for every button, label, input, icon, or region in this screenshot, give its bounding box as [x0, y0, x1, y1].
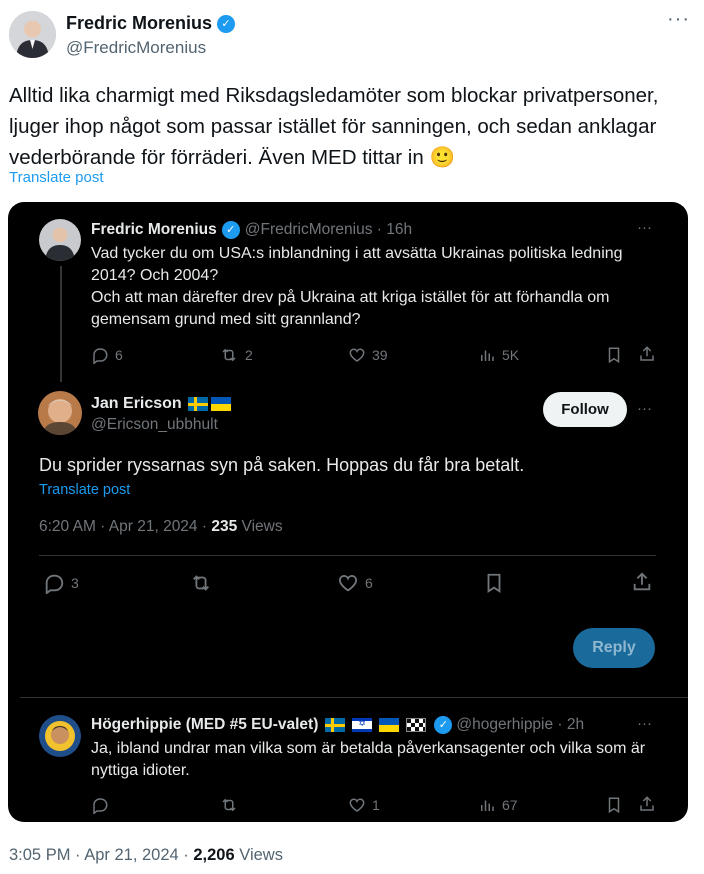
like-count: 39 — [372, 347, 388, 363]
sweden-flag-icon — [325, 718, 346, 732]
main-share-icon[interactable] — [631, 571, 653, 598]
author-avatar[interactable] — [9, 11, 56, 58]
outer-views-label: Views — [234, 846, 283, 864]
main-like-action[interactable]: 6 — [337, 572, 373, 594]
parent-tweet-text: Vad tycker du om USA:s inblandning i att… — [91, 245, 623, 328]
main-bookmark-icon[interactable] — [483, 572, 505, 599]
share-icon[interactable] — [638, 345, 656, 368]
reply-bookmark-icon[interactable] — [605, 796, 623, 819]
divider — [20, 697, 688, 698]
main-translate-link[interactable]: Translate post — [39, 482, 130, 498]
more-options-icon[interactable]: ··· — [667, 8, 690, 31]
author-name[interactable]: Fredric Morenius — [66, 13, 212, 34]
author-handle[interactable]: @FredricMorenius — [66, 38, 206, 58]
main-reply-action[interactable]: 3 — [43, 572, 79, 594]
main-views-count: 235 — [211, 518, 238, 535]
like-count: 1 — [372, 797, 380, 813]
author-name-row[interactable]: Fredric Morenius ✓ — [66, 13, 236, 34]
reply-like-action[interactable]: 1 — [348, 796, 380, 814]
like-count: 6 — [365, 575, 373, 591]
ukraine-flag-icon — [379, 718, 400, 732]
reply-more-icon[interactable]: ··· — [637, 715, 652, 732]
reply-icon — [43, 572, 65, 594]
main-author-name[interactable]: Jan Ericson — [91, 395, 182, 413]
main-tweet-text: Du sprider ryssarnas syn på saken. Hoppa… — [39, 455, 525, 475]
checkered-flag-icon — [406, 718, 427, 732]
views-chart-icon — [478, 796, 496, 814]
parent-author-name[interactable]: Fredric Morenius — [91, 221, 217, 239]
parent-handle-time[interactable]: @FredricMorenius · 16h — [245, 221, 412, 239]
reply-author-name[interactable]: Högerhippie (MED #5 EU-valet) — [91, 716, 318, 734]
outer-timestamp-row: 3:05 PM · Apr 21, 2024 · 2,206 Views — [9, 846, 283, 865]
divider — [39, 555, 656, 556]
reply-header: Högerhippie (MED #5 EU-valet) ✓ @hogerhi… — [91, 716, 584, 734]
outer-timestamp[interactable]: 3:05 PM · Apr 21, 2024 · — [9, 846, 193, 864]
sweden-flag-icon — [187, 397, 208, 411]
israel-flag-icon — [352, 718, 373, 732]
heart-icon — [348, 346, 366, 364]
views-count: 67 — [502, 797, 518, 813]
main-author-handle[interactable]: @Ericson_ubbhult — [91, 416, 218, 434]
main-author-row: Jan Ericson — [91, 395, 231, 413]
verified-badge-icon: ✓ — [217, 14, 236, 33]
main-timestamp[interactable]: 6:20 AM · Apr 21, 2024 · — [39, 518, 211, 535]
reply-views-action[interactable]: 67 — [478, 796, 518, 814]
ukraine-flag-icon — [210, 397, 231, 411]
reply-retweet-icon[interactable] — [219, 796, 239, 819]
retweet-count: 2 — [245, 347, 253, 363]
views-chart-icon — [478, 346, 496, 364]
heart-icon — [337, 572, 359, 594]
reply-button[interactable]: Reply — [573, 628, 655, 668]
main-views-label: Views — [237, 518, 283, 535]
follow-button[interactable]: Follow — [543, 392, 627, 427]
thread-line — [60, 266, 62, 382]
retweet-icon — [219, 346, 239, 364]
reply-count: 3 — [71, 575, 79, 591]
views-count: 5K — [502, 347, 520, 363]
parent-more-icon[interactable]: ··· — [637, 219, 652, 236]
reply-author-avatar[interactable] — [39, 715, 81, 757]
reply-count: 6 — [115, 347, 123, 363]
main-author-avatar[interactable] — [38, 391, 82, 435]
translate-post-link[interactable]: Translate post — [9, 169, 104, 186]
parent-author-avatar[interactable] — [39, 219, 81, 261]
verified-badge-icon: ✓ — [221, 221, 240, 239]
reply-share-icon[interactable] — [638, 795, 656, 818]
parent-header: Fredric Morenius ✓ @FredricMorenius · 16… — [91, 221, 412, 239]
reply-handle-time[interactable]: @hogerhippie · 2h — [456, 716, 584, 734]
main-retweet-icon[interactable] — [189, 572, 213, 599]
verified-badge-icon: ✓ — [434, 716, 453, 734]
reply-icon — [91, 346, 109, 364]
tweet-text: Alltid lika charmigt med Riksdagsledamöt… — [9, 84, 659, 169]
parent-retweet-action[interactable]: 2 — [219, 346, 253, 364]
main-timestamp-row: 6:20 AM · Apr 21, 2024 · 235 Views — [39, 518, 283, 536]
heart-icon — [348, 796, 366, 814]
parent-reply-action[interactable]: 6 — [91, 346, 123, 364]
bookmark-icon[interactable] — [605, 346, 623, 369]
parent-like-action[interactable]: 39 — [348, 346, 388, 364]
outer-views-count: 2,206 — [193, 846, 235, 864]
reply-tweet-text: Ja, ibland undrar man vilka som är betal… — [91, 740, 646, 779]
parent-views-action[interactable]: 5K — [478, 346, 519, 364]
reply-reply-icon[interactable] — [91, 796, 109, 819]
main-more-icon[interactable]: ··· — [637, 400, 652, 417]
